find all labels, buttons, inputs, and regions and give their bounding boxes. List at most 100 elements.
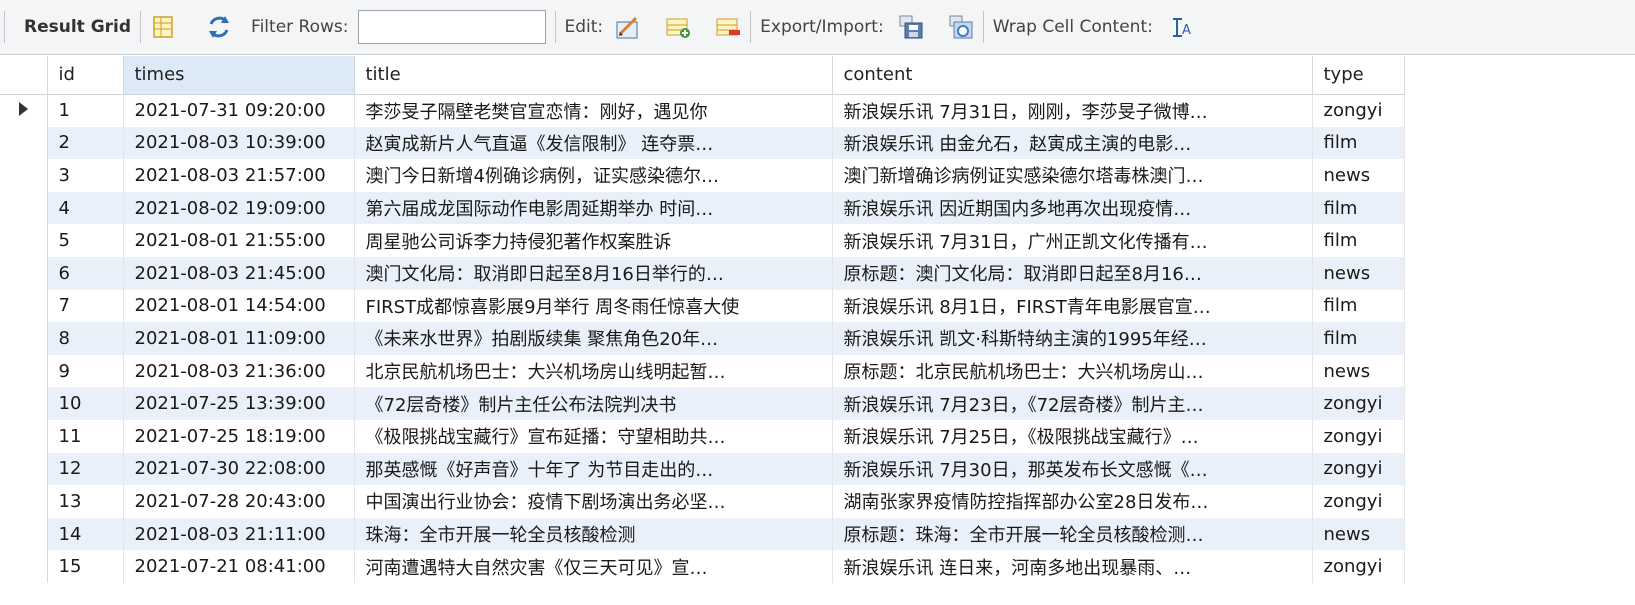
cell-type[interactable]: film xyxy=(1312,126,1405,160)
table-row[interactable]: 12 2021-07-30 22:08:00 那英感慨《好声音》十年了 为节目走出的… xyxy=(0,452,1405,486)
table-row[interactable]: 3 2021-08-03 21:57:00 澳门今日新增4例确诊病例，证实感染德尔…… xyxy=(0,159,1405,192)
row-selector[interactable] xyxy=(0,322,48,355)
table-row[interactable]: 8 2021-08-01 11:09:00 《未来水世界》拍剧版续集 聚焦角色20年… xyxy=(0,322,1405,355)
cell-times[interactable]: 2021-07-25 13:39:00 xyxy=(123,387,355,420)
cell-id[interactable]: 9 xyxy=(47,354,124,388)
cell-times[interactable]: 2021-07-30 22:08:00 xyxy=(123,452,355,486)
row-selector[interactable] xyxy=(0,485,48,518)
row-selector[interactable] xyxy=(0,452,48,486)
cell-content[interactable]: 湖南张家界疫情防控指挥部办公室28日发布… xyxy=(832,485,1313,518)
cell-type[interactable]: zongyi xyxy=(1312,485,1405,518)
cell-type[interactable]: news xyxy=(1312,256,1405,290)
column-header-type[interactable]: type xyxy=(1312,56,1405,95)
cell-id[interactable]: 14 xyxy=(47,517,124,551)
cell-times[interactable]: 2021-08-03 21:57:00 xyxy=(123,159,355,192)
table-row[interactable]: 2 2021-08-03 10:39:00 赵寅成新片人气直逼《发信限制》 连夺票…… xyxy=(0,126,1405,160)
cell-type[interactable]: zongyi xyxy=(1312,550,1405,583)
cell-type[interactable]: film xyxy=(1312,289,1405,323)
cell-times[interactable]: 2021-08-03 10:39:00 xyxy=(123,126,355,160)
cell-content[interactable]: 新浪娱乐讯 连日来，河南多地出现暴雨、… xyxy=(832,550,1313,583)
row-selector[interactable] xyxy=(0,354,48,388)
cell-times[interactable]: 2021-08-03 21:45:00 xyxy=(123,256,355,290)
refresh-icon[interactable] xyxy=(206,14,232,40)
cell-content[interactable]: 新浪娱乐讯 7月25日，《极限挑战宝藏行》… xyxy=(832,419,1313,453)
table-row[interactable]: 10 2021-07-25 13:39:00 《72层奇楼》制片主任公布法院判决书新… xyxy=(0,387,1405,420)
cell-id[interactable]: 15 xyxy=(47,550,124,583)
cell-id[interactable]: 12 xyxy=(47,452,124,486)
cell-title[interactable]: 澳门文化局：取消即日起至8月16日举行的… xyxy=(354,256,833,290)
row-selector[interactable] xyxy=(0,387,48,420)
cell-times[interactable]: 2021-08-02 19:09:00 xyxy=(123,191,355,225)
cell-title[interactable]: 那英感慨《好声音》十年了 为节目走出的… xyxy=(354,452,833,486)
row-selector[interactable] xyxy=(0,94,48,127)
cell-content[interactable]: 原标题：北京民航机场巴士：大兴机场房山… xyxy=(832,354,1313,388)
table-row[interactable]: 6 2021-08-03 21:45:00 澳门文化局：取消即日起至8月16日举行的… xyxy=(0,256,1405,290)
cell-content[interactable]: 新浪娱乐讯 由金允石，赵寅成主演的电影… xyxy=(832,126,1313,160)
table-row[interactable]: 7 2021-08-01 14:54:00 FIRST成都惊喜影展9月举行 周冬雨任… xyxy=(0,289,1405,323)
cell-id[interactable]: 2 xyxy=(47,126,124,160)
import-icon[interactable] xyxy=(948,14,974,40)
cell-type[interactable]: zongyi xyxy=(1312,452,1405,486)
cell-content[interactable]: 澳门新增确诊病例证实感染德尔塔毒株澳门… xyxy=(832,159,1313,192)
cell-content[interactable]: 新浪娱乐讯 7月23日，《72层奇楼》制片主… xyxy=(832,387,1313,420)
cell-title[interactable]: 中国演出行业协会：疫情下剧场演出务必坚… xyxy=(354,485,833,518)
result-grid-tab[interactable]: Result Grid xyxy=(24,17,131,37)
filter-rows-input[interactable] xyxy=(357,10,546,44)
row-selector[interactable] xyxy=(0,126,48,160)
column-header-times[interactable]: times xyxy=(123,56,355,95)
row-selector[interactable] xyxy=(0,517,48,551)
table-row[interactable]: 1 2021-07-31 09:20:00 李莎旻子隔壁老樊官宣恋情：刚好，遇见你新… xyxy=(0,94,1405,127)
cell-title[interactable]: 周星驰公司诉李力持侵犯著作权案胜诉 xyxy=(354,224,833,257)
cell-title[interactable]: 第六届成龙国际动作电影周延期举办 时间… xyxy=(354,191,833,225)
row-gutter-header[interactable] xyxy=(0,56,48,95)
cell-times[interactable]: 2021-08-01 14:54:00 xyxy=(123,289,355,323)
cell-title[interactable]: 《极限挑战宝藏行》宣布延播：守望相助共… xyxy=(354,419,833,453)
cell-type[interactable]: news xyxy=(1312,354,1405,388)
cell-content[interactable]: 原标题：澳门文化局：取消即日起至8月16… xyxy=(832,256,1313,290)
cell-times[interactable]: 2021-07-25 18:19:00 xyxy=(123,419,355,453)
column-header-id[interactable]: id xyxy=(47,56,124,95)
cell-id[interactable]: 5 xyxy=(47,224,124,257)
cell-times[interactable]: 2021-07-21 08:41:00 xyxy=(123,550,355,583)
cell-id[interactable]: 8 xyxy=(47,322,124,355)
cell-type[interactable]: film xyxy=(1312,191,1405,225)
cell-times[interactable]: 2021-08-01 11:09:00 xyxy=(123,322,355,355)
table-row[interactable]: 13 2021-07-28 20:43:00 中国演出行业协会：疫情下剧场演出务必坚… xyxy=(0,485,1405,518)
cell-times[interactable]: 2021-07-31 09:20:00 xyxy=(123,94,355,127)
cell-content[interactable]: 新浪娱乐讯 凯文·科斯特纳主演的1995年经… xyxy=(832,322,1313,355)
cell-title[interactable]: 北京民航机场巴士：大兴机场房山线明起暂… xyxy=(354,354,833,388)
table-row[interactable]: 9 2021-08-03 21:36:00 北京民航机场巴士：大兴机场房山线明起暂…… xyxy=(0,354,1405,388)
delete-row-icon[interactable] xyxy=(715,14,741,40)
cell-content[interactable]: 新浪娱乐讯 7月30日，那英发布长文感慨《… xyxy=(832,452,1313,486)
cell-id[interactable]: 10 xyxy=(47,387,124,420)
cell-content[interactable]: 新浪娱乐讯 因近期国内多地再次出现疫情… xyxy=(832,191,1313,225)
cell-id[interactable]: 1 xyxy=(47,94,124,127)
cell-type[interactable]: film xyxy=(1312,224,1405,257)
table-row[interactable]: 14 2021-08-03 21:11:00 珠海：全市开展一轮全员核酸检测 原标题：… xyxy=(0,517,1405,551)
cell-type[interactable]: zongyi xyxy=(1312,94,1405,127)
cell-id[interactable]: 13 xyxy=(47,485,124,518)
cell-type[interactable]: zongyi xyxy=(1312,419,1405,453)
insert-row-icon[interactable] xyxy=(665,14,691,40)
cell-content[interactable]: 新浪娱乐讯 8月1日，FIRST青年电影展官宣… xyxy=(832,289,1313,323)
cell-title[interactable]: 《72层奇楼》制片主任公布法院判决书 xyxy=(354,387,833,420)
cell-title[interactable]: 珠海：全市开展一轮全员核酸检测 xyxy=(354,517,833,551)
cell-title[interactable]: 《未来水世界》拍剧版续集 聚焦角色20年… xyxy=(354,322,833,355)
cell-type[interactable]: zongyi xyxy=(1312,387,1405,420)
cell-type[interactable]: film xyxy=(1312,322,1405,355)
cell-content[interactable]: 新浪娱乐讯 7月31日，刚刚，李莎旻子微博… xyxy=(832,94,1313,127)
row-selector[interactable] xyxy=(0,550,48,583)
row-selector[interactable] xyxy=(0,159,48,192)
cell-title[interactable]: 河南遭遇特大自然灾害《仅三天可见》宣… xyxy=(354,550,833,583)
cell-title[interactable]: FIRST成都惊喜影展9月举行 周冬雨任惊喜大使 xyxy=(354,289,833,323)
column-header-title[interactable]: title xyxy=(354,56,833,95)
cell-id[interactable]: 4 xyxy=(47,191,124,225)
table-row[interactable]: 11 2021-07-25 18:19:00 《极限挑战宝藏行》宣布延播：守望相助共… xyxy=(0,419,1405,453)
cell-id[interactable]: 6 xyxy=(47,256,124,290)
table-row[interactable]: 15 2021-07-21 08:41:00 河南遭遇特大自然灾害《仅三天可见》宣…… xyxy=(0,550,1405,583)
cell-title[interactable]: 澳门今日新增4例确诊病例，证实感染德尔… xyxy=(354,159,833,192)
row-selector[interactable] xyxy=(0,256,48,290)
grid-layout-icon[interactable] xyxy=(150,14,176,40)
cell-type[interactable]: news xyxy=(1312,159,1405,192)
column-header-content[interactable]: content xyxy=(832,56,1313,95)
